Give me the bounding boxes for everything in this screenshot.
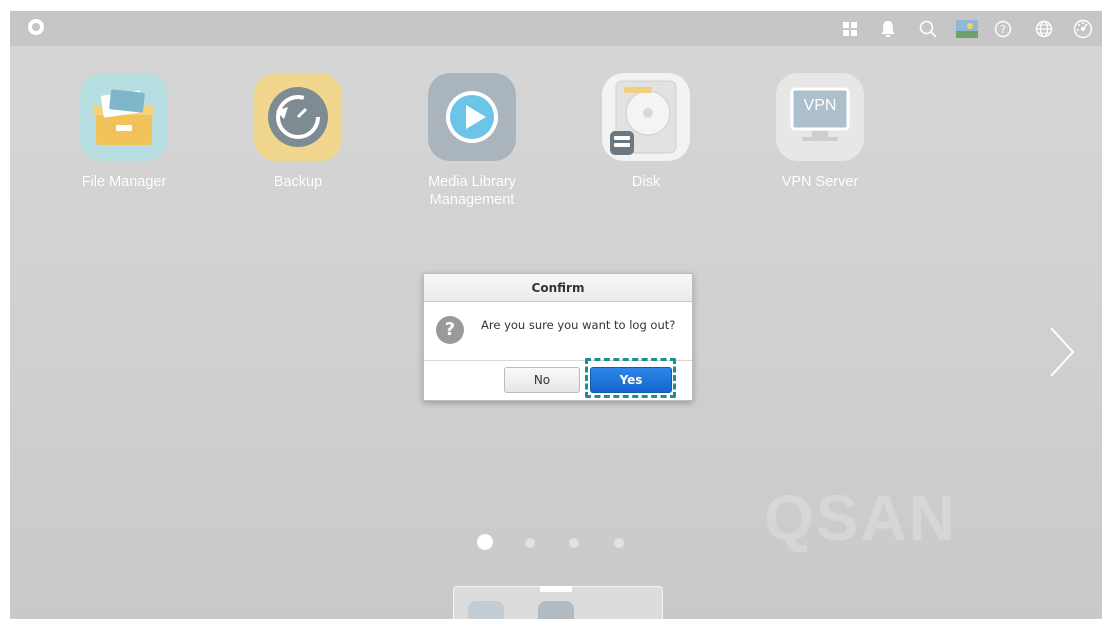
backup-icon <box>254 73 342 161</box>
app-label-backup: Backup <box>273 174 323 190</box>
app-backup[interactable]: Backup <box>228 73 368 191</box>
dock-item-3[interactable] <box>602 601 638 619</box>
dashboard-icon[interactable] <box>1072 18 1094 40</box>
logo-icon[interactable] <box>28 19 44 35</box>
dialog-message: Are you sure you want to log out? <box>481 318 676 332</box>
app-label-file-manager: File Manager <box>81 174 167 190</box>
search-icon[interactable] <box>917 18 939 40</box>
app-label-vpn-server: VPN Server <box>781 174 859 190</box>
dock <box>453 586 663 619</box>
bell-icon[interactable] <box>877 18 899 40</box>
question-icon: ? <box>436 316 464 344</box>
next-page-arrow-icon[interactable] <box>1047 324 1077 385</box>
page-dot-3[interactable] <box>569 538 579 548</box>
page-dot-1[interactable] <box>477 534 493 550</box>
app-vpn-server[interactable]: VPN VPN Server <box>750 73 890 191</box>
help-icon[interactable]: ? <box>992 18 1014 40</box>
disk-icon <box>602 73 690 161</box>
dialog-divider <box>424 360 692 361</box>
globe-icon[interactable] <box>1033 18 1055 40</box>
watermark-logo: QSAN <box>764 482 957 554</box>
app-disk[interactable]: Disk <box>576 73 716 191</box>
media-library-icon <box>428 73 516 161</box>
app-file-manager[interactable]: File Manager <box>54 73 194 191</box>
dock-item-1[interactable] <box>468 601 504 619</box>
dock-item-2[interactable] <box>538 601 574 619</box>
confirm-dialog: Confirm ? Are you sure you want to log o… <box>423 273 693 401</box>
file-manager-icon <box>80 73 168 161</box>
dialog-title: Confirm <box>424 274 692 302</box>
vpn-icon: VPN <box>776 73 864 161</box>
yes-button[interactable]: Yes <box>590 367 672 393</box>
top-bar: ? <box>10 11 1102 46</box>
no-button[interactable]: No <box>504 367 580 393</box>
page-dot-2[interactable] <box>525 538 535 548</box>
weather-icon[interactable] <box>956 18 978 40</box>
desktop: ? File Manager Backup Media Library Mana… <box>10 11 1102 619</box>
app-label-disk: Disk <box>631 174 661 190</box>
vpn-icon-text: VPN <box>803 97 837 114</box>
page-dot-4[interactable] <box>614 538 624 548</box>
apps-grid-icon[interactable] <box>839 18 861 40</box>
svg-text:?: ? <box>1000 23 1006 36</box>
app-label-media-library: Media Library Management <box>428 174 516 208</box>
app-media-library[interactable]: Media Library Management <box>402 73 542 209</box>
dock-handle[interactable] <box>540 586 572 592</box>
